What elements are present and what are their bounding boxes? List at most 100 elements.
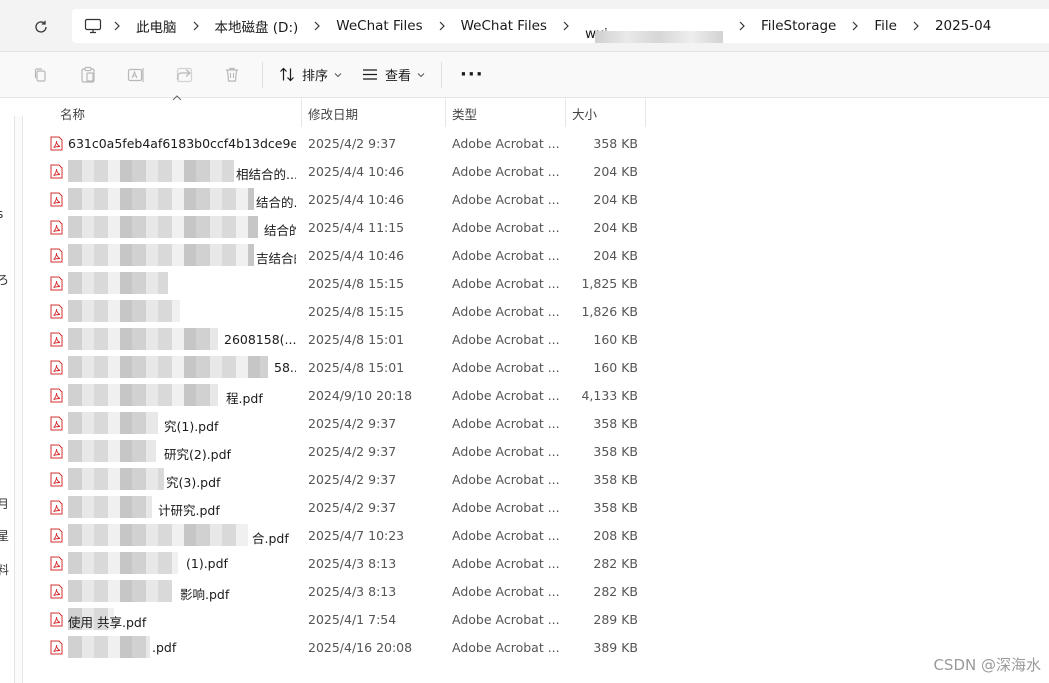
file-size: 204 KB [593,164,638,179]
file-row[interactable]: 研究(2).pdf 2025/4/2 9:37 Adobe Acrobat ... 3… [40,438,650,466]
column-date-modified[interactable]: 修改日期 [302,99,446,127]
breadcrumb-filestorage[interactable]: FileStorage [755,18,842,34]
file-type: Adobe Acrobat ... [452,640,560,655]
chevron-right-icon[interactable] [304,16,330,36]
file-row[interactable]: 相结合的... 2025/4/4 10:46 Adobe Acrobat ... 20… [40,158,650,186]
file-type: Adobe Acrobat ... [452,136,560,151]
file-row[interactable]: 究(1).pdf 2025/4/2 9:37 Adobe Acrobat ... 35… [40,410,650,438]
chevron-right-icon[interactable] [553,16,579,36]
nav-fragment: s [0,207,4,221]
column-name[interactable]: 名称 [54,99,302,127]
file-date: 2025/4/16 20:08 [308,640,413,655]
nav-fragment: 月 [0,497,10,511]
view-button[interactable]: 查看 [352,60,435,90]
file-type: Adobe Acrobat ... [452,500,560,515]
file-row[interactable]: 结合的... 2025/4/4 10:46 Adobe Acrobat ... 204… [40,186,650,214]
pdf-file-icon [50,388,63,403]
file-name: 程.pdf [226,391,263,406]
pdf-file-icon [50,584,63,599]
file-type: Adobe Acrobat ... [452,332,560,347]
file-type: Adobe Acrobat ... [452,276,560,291]
file-row[interactable]: 计研究.pdf 2025/4/2 9:37 Adobe Acrobat ... 358… [40,494,650,522]
file-row[interactable]: 吉结合的... 2025/4/4 10:46 Adobe Acrobat ... 20… [40,242,650,270]
share-button[interactable] [160,52,208,98]
breadcrumb-drive-d[interactable]: 本地磁盘 (D:) [209,16,305,36]
file-row[interactable]: 使用 共享.pdf 2025/4/1 7:54 Adobe Acrobat ... 2… [40,606,650,634]
chevron-right-icon[interactable] [429,16,455,36]
breadcrumb[interactable]: 此电脑 本地磁盘 (D:) WeChat Files WeChat Files … [72,9,1049,43]
chevron-down-icon [334,72,342,77]
redacted-filename [68,300,180,322]
file-list: 631c0a5feb4af6183b0ccf4b13dce9e4... 2025/… [40,130,650,662]
copy-button[interactable] [16,52,64,98]
breadcrumb-wechat-files-1[interactable]: WeChat Files [330,18,428,34]
column-type[interactable]: 类型 [446,99,566,127]
file-name: 计研究.pdf [158,503,220,518]
file-row[interactable]: 2025/4/8 15:15 Adobe Acrobat ... 1,825 KB [40,270,650,298]
chevron-right-icon[interactable] [729,16,755,36]
file-name: 结合的... [256,195,296,210]
chevron-right-icon[interactable] [903,16,929,36]
pdf-file-icon [50,276,63,291]
file-name: 影响.pdf [180,587,230,602]
pdf-file-icon [50,612,63,627]
file-name: 究(3).pdf [166,475,221,490]
pdf-file-icon [50,640,63,655]
rename-button[interactable] [112,52,160,98]
sort-button[interactable]: 排序 [269,60,352,90]
file-type: Adobe Acrobat ... [452,360,560,375]
file-name: 吉结合的... [256,251,296,266]
more-options-button[interactable]: ··· [460,64,484,85]
delete-button[interactable] [208,52,256,98]
navigation-pane[interactable]: s ろ 月 星 料 [0,99,14,683]
chevron-right-icon[interactable] [842,16,868,36]
file-row[interactable]: .pdf 2025/4/16 20:08 Adobe Acrobat ... 389 … [40,634,650,662]
breadcrumb-file[interactable]: File [868,18,903,34]
breadcrumb-this-pc[interactable]: 此电脑 [130,16,183,36]
file-type: Adobe Acrobat ... [452,248,560,263]
file-row[interactable]: 58.... 2025/4/8 15:01 Adobe Acrobat ... 160… [40,354,650,382]
file-size: 289 KB [593,612,638,627]
pdf-file-icon [50,472,63,487]
computer-icon[interactable] [82,16,104,36]
file-date: 2025/4/4 11:15 [308,220,405,235]
nav-fragment: 星 [0,529,10,543]
pdf-file-icon [50,500,63,515]
file-row[interactable]: 631c0a5feb4af6183b0ccf4b13dce9e4... 2025/… [40,130,650,158]
pdf-file-icon [50,360,63,375]
file-date: 2025/4/8 15:01 [308,360,405,375]
breadcrumb-user-folder-label: wxi [584,26,608,42]
chevron-right-icon[interactable] [183,16,209,36]
column-date-label: 修改日期 [308,106,359,122]
file-row[interactable]: 合.pdf 2025/4/7 10:23 Adobe Acrobat ... 208 … [40,522,650,550]
file-size: 358 KB [593,444,638,459]
file-row[interactable]: 2608158(... 2025/4/8 15:01 Adobe Acrobat .… [40,326,650,354]
file-type: Adobe Acrobat ... [452,444,560,459]
pdf-file-icon [50,136,63,151]
pdf-file-icon [50,220,63,235]
column-name-label: 名称 [60,106,86,122]
file-date: 2024/9/10 20:18 [308,388,413,403]
refresh-button[interactable] [28,14,54,40]
file-type: Adobe Acrobat ... [452,192,560,207]
pane-splitter[interactable] [14,116,23,683]
file-row[interactable]: 结合的... 2025/4/4 11:15 Adobe Acrobat ... 204… [40,214,650,242]
file-type: Adobe Acrobat ... [452,304,560,319]
pdf-file-icon [50,248,63,263]
breadcrumb-2025-04[interactable]: 2025-04 [929,18,997,34]
chevron-right-icon[interactable] [104,16,130,36]
watermark: CSDN @深海水 [933,656,1041,674]
file-row[interactable]: (1).pdf 2025/4/3 8:13 Adobe Acrobat ... 282… [40,550,650,578]
paste-button[interactable] [64,52,112,98]
view-icon [363,69,378,80]
column-size[interactable]: 大小 [566,99,646,127]
file-name: 58.... [274,360,296,375]
file-row[interactable]: 究(3).pdf 2025/4/2 9:37 Adobe Acrobat ... 35… [40,466,650,494]
pdf-file-icon [50,528,63,543]
file-row[interactable]: 2025/4/8 15:15 Adobe Acrobat ... 1,826 KB [40,298,650,326]
breadcrumb-wechat-files-2[interactable]: WeChat Files [455,18,553,34]
file-row[interactable]: 程.pdf 2024/9/10 20:18 Adobe Acrobat ... 4,1… [40,382,650,410]
file-type: Adobe Acrobat ... [452,584,560,599]
file-row[interactable]: 影响.pdf 2025/4/3 8:13 Adobe Acrobat ... 282 … [40,578,650,606]
file-date: 2025/4/2 9:37 [308,472,397,487]
